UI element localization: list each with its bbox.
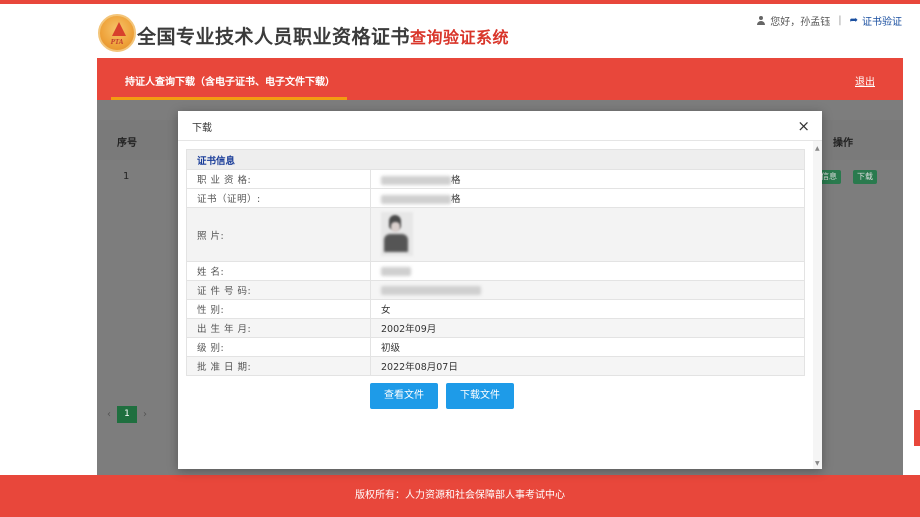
person-photo — [381, 211, 417, 258]
user-greeting: 您好，孙孟钰 — [770, 17, 831, 28]
tab-holder-query[interactable]: 持证人查询下载（含电子证书、电子文件下载） — [125, 73, 335, 88]
label-approval-date: 批 准 日 期: — [186, 356, 371, 376]
certificate-info-table: 证书信息 职 业 资 格: 格 证书（证明）: 格 照 片: 姓 名: 证 件 — [186, 149, 805, 376]
table-row: 证 件 号 码: — [186, 280, 805, 300]
table-row: 批 准 日 期: 2022年08月07日 — [186, 356, 805, 376]
redacted-text — [381, 285, 481, 295]
header-separator: | — [838, 15, 842, 26]
certificate-suffix: 格 — [451, 194, 461, 205]
user-area: 您好，孙孟钰 | ➦ 证书验证 — [757, 13, 902, 28]
table-row: 职 业 资 格: 格 — [186, 169, 805, 189]
qualification-suffix: 格 — [451, 175, 461, 186]
scroll-down-icon[interactable]: ▼ — [815, 460, 820, 467]
modal-header: 下载 × — [178, 111, 822, 141]
redacted-text — [381, 176, 451, 185]
main-nav: 持证人查询下载（含电子证书、电子文件下载） 退出 — [97, 58, 903, 100]
table-row: 级 别: 初级 — [186, 337, 805, 357]
download-file-button[interactable]: 下载文件 — [446, 383, 514, 409]
close-icon[interactable]: × — [797, 117, 810, 135]
verify-link[interactable]: 证书验证 — [862, 13, 902, 28]
top-accent-bar — [0, 0, 920, 4]
label-level: 级 别: — [186, 337, 371, 357]
value-gender: 女 — [370, 299, 805, 319]
site-title: 全国专业技术人员职业资格证书查询验证系统 — [137, 22, 509, 49]
value-id-number — [370, 280, 805, 300]
prev-page-icon[interactable]: ‹ — [107, 409, 111, 420]
download-modal: 下载 × 证书信息 职 业 资 格: 格 证书（证明）: 格 照 片: 姓 名: — [178, 111, 822, 469]
table-row: 出 生 年 月: 2002年09月 — [186, 318, 805, 338]
value-approval-date: 2022年08月07日 — [370, 356, 805, 376]
page-button-current[interactable]: 1 — [117, 406, 137, 423]
table-row: 证书（证明）: 格 — [186, 188, 805, 208]
table-row: 姓 名: — [186, 261, 805, 281]
row-seq: 1 — [123, 171, 130, 182]
label-gender: 性 别: — [186, 299, 371, 319]
section-title: 证书信息 — [186, 149, 805, 170]
logo-text: PTA — [110, 38, 124, 46]
pagination: ‹ 1 › — [107, 406, 147, 423]
column-header-seq: 序号 — [117, 138, 137, 149]
site-title-main: 全国专业技术人员职业资格证书 — [137, 26, 411, 48]
value-name — [370, 261, 805, 281]
share-arrow-icon[interactable]: ➦ — [850, 15, 858, 26]
pta-logo: PTA — [98, 14, 136, 52]
row-download-button[interactable]: 下载 — [853, 170, 877, 184]
value-photo — [370, 207, 805, 262]
modal-scrollbar[interactable]: ▲ ▼ — [813, 141, 822, 469]
next-page-icon[interactable]: › — [143, 409, 147, 420]
label-qualification: 职 业 资 格: — [186, 169, 371, 189]
value-level: 初级 — [370, 337, 805, 357]
redacted-text — [381, 195, 451, 204]
side-float-tab[interactable] — [914, 410, 920, 446]
table-row: 性 别: 女 — [186, 299, 805, 319]
table-row: 照 片: — [186, 207, 805, 262]
label-birth: 出 生 年 月: — [186, 318, 371, 338]
modal-title: 下载 — [192, 123, 212, 134]
column-header-op: 操作 — [833, 138, 853, 149]
label-name: 姓 名: — [186, 261, 371, 281]
site-title-sub: 查询验证系统 — [410, 28, 510, 47]
label-certificate: 证书（证明）: — [186, 188, 371, 208]
value-qualification: 格 — [370, 169, 805, 189]
view-file-button[interactable]: 查看文件 — [370, 383, 438, 409]
label-photo: 照 片: — [186, 207, 371, 262]
label-id-number: 证 件 号 码: — [186, 280, 371, 300]
logout-link[interactable]: 退出 — [855, 73, 875, 88]
value-certificate: 格 — [370, 188, 805, 208]
logo-triangle-icon — [112, 22, 126, 36]
copyright-text: 版权所有：人力资源和社会保障部人事考试中心 — [355, 490, 565, 501]
value-birth: 2002年09月 — [370, 318, 805, 338]
scroll-up-icon[interactable]: ▲ — [815, 145, 820, 152]
user-icon — [757, 16, 766, 25]
redacted-text — [381, 266, 411, 276]
footer: 版权所有：人力资源和社会保障部人事考试中心 — [0, 475, 920, 517]
